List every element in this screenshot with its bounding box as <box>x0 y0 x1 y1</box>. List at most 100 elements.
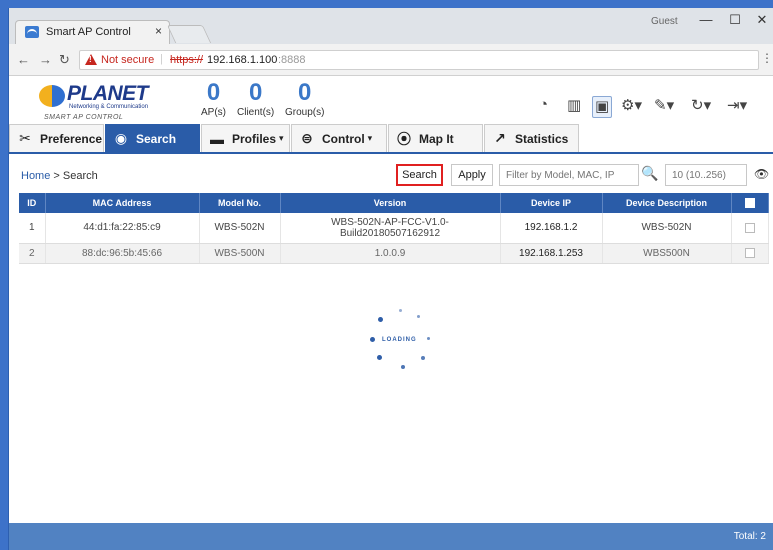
breadcrumb-current: Search <box>62 170 98 182</box>
spinner-dot <box>377 355 382 360</box>
col-select-all[interactable] <box>731 193 769 213</box>
table-row[interactable]: 2 88:dc:96:5b:45:66 WBS-500N 1.0.0.9 192… <box>19 243 769 264</box>
browser-tab[interactable]: Smart AP Control × <box>15 20 170 44</box>
col-description[interactable]: Device Description <box>602 193 732 213</box>
range-input[interactable] <box>665 164 747 186</box>
group-counter[interactable]: 0 Group(s) <box>285 79 325 119</box>
bar-chart-icon[interactable]: ▥ <box>567 96 581 118</box>
spinner-dot <box>401 365 405 369</box>
nav-search[interactable]: ◉ Search <box>105 124 200 152</box>
logo-subtitle: Networking & Communication <box>69 104 149 110</box>
guest-profile[interactable]: Guest <box>651 16 678 27</box>
cell-description: WBS500N <box>602 243 732 264</box>
browser-window: Smart AP Control × Guest — ☐ ✕ ← → ↻ Not… <box>8 8 773 550</box>
url-input[interactable]: Not secure | https:// 192.168.1.100 :888… <box>79 50 759 70</box>
spinner-dot <box>421 356 425 360</box>
cell-model: WBS-500N <box>199 243 281 264</box>
logo-tagline: SMART AP CONTROL <box>44 114 124 121</box>
forward-icon[interactable]: → <box>39 52 52 67</box>
tab-close-icon[interactable]: × <box>155 24 162 38</box>
cell-id: 2 <box>19 243 46 264</box>
maintenance-wrench-icon[interactable]: ✎▾ <box>654 96 674 118</box>
url-port: :8888 <box>278 54 306 66</box>
nav-statistics-label: Statistics <box>515 131 569 146</box>
col-model[interactable]: Model No. <box>199 193 281 213</box>
settings-gear-icon[interactable]: ⚙▾ <box>621 96 642 118</box>
warning-icon <box>85 54 97 65</box>
nav-search-label: Search <box>136 131 177 146</box>
logo-text: PLANET <box>67 82 149 105</box>
new-tab-button[interactable] <box>166 25 212 43</box>
search-icon[interactable]: 🔍 <box>641 165 658 182</box>
eye-icon[interactable]: 👁 <box>754 167 769 181</box>
ap-device-icon[interactable]: ▣ <box>592 96 613 118</box>
address-bar: ← → ↻ Not secure | https:// 192.168.1.10… <box>9 44 773 76</box>
chevron-down-icon: ▾ <box>279 133 284 143</box>
cell-version: 1.0.0.9 <box>280 243 501 264</box>
url-host: 192.168.1.100 <box>207 54 278 66</box>
minimize-icon[interactable]: — <box>696 12 716 27</box>
main-nav: ✂ Preference ◉ Search ▬ Profiles ▾ ⊜ Con… <box>9 124 773 154</box>
cell-ip: 192.168.1.253 <box>500 243 603 264</box>
group-count: 0 <box>298 79 312 106</box>
cell-select[interactable] <box>731 213 769 244</box>
nav-map-it-label: Map It <box>419 131 454 146</box>
steering-icon: ⊜ <box>301 130 313 146</box>
cell-description: WBS-502N <box>602 213 732 244</box>
back-icon[interactable]: ← <box>17 52 30 67</box>
nav-preference-label: Preference <box>40 131 103 146</box>
cell-model: WBS-502N <box>199 213 281 244</box>
nav-map-it[interactable]: ⦿ Map It <box>388 124 483 152</box>
nav-preference[interactable]: ✂ Preference <box>9 124 104 152</box>
col-ip[interactable]: Device IP <box>500 193 603 213</box>
logout-icon[interactable]: ⇥▾ <box>727 96 747 118</box>
close-window-icon[interactable]: ✕ <box>752 12 772 28</box>
nav-control-label: Control <box>322 131 365 146</box>
cell-mac: 88:dc:96:5b:45:66 <box>45 243 200 264</box>
not-secure-label[interactable]: Not secure <box>101 54 154 66</box>
dashboard-gauge-icon[interactable]: ◔ <box>539 96 548 118</box>
status-footer: Total: 2 <box>9 523 773 550</box>
spinner-dot <box>370 337 375 342</box>
client-counter[interactable]: 0 Client(s) <box>237 80 275 119</box>
cell-mac: 44:d1:fa:22:85:c9 <box>45 213 200 244</box>
reload-icon[interactable]: ↻ <box>59 52 70 68</box>
url-scheme: https:// <box>170 54 204 66</box>
col-id[interactable]: ID <box>19 193 46 213</box>
cell-version: WBS-502N-AP-FCC-V1.0-Build20180507162912 <box>280 213 501 244</box>
breadcrumb-home[interactable]: Home <box>21 170 50 182</box>
device-table: ID MAC Address Model No. Version Device … <box>19 193 769 264</box>
cell-select[interactable] <box>731 243 769 264</box>
select-all-checkbox[interactable] <box>744 198 755 209</box>
client-count-label: Client(s) <box>237 107 275 118</box>
row-checkbox[interactable] <box>744 222 755 233</box>
total-count: Total: 2 <box>733 531 766 542</box>
filter-input[interactable] <box>499 164 639 186</box>
url-separator: | <box>160 53 163 65</box>
col-mac[interactable]: MAC Address <box>45 193 200 213</box>
group-count-label: Group(s) <box>285 107 325 118</box>
apply-button[interactable]: Apply <box>451 164 493 186</box>
nav-profiles-label: Profiles <box>232 131 277 146</box>
ap-count: 0 <box>206 79 221 106</box>
table-row[interactable]: 1 44:d1:fa:22:85:c9 WBS-502N WBS-502N-AP… <box>19 213 769 244</box>
refresh-icon[interactable]: ↻▾ <box>691 96 711 118</box>
nav-control[interactable]: ⊜ Control ▾ <box>291 124 387 152</box>
browser-menu-icon[interactable]: ⋮ <box>761 51 773 65</box>
favicon-icon <box>25 26 39 38</box>
search-button[interactable]: Search <box>396 164 443 186</box>
spinner-dot <box>378 317 383 322</box>
col-version[interactable]: Version <box>280 193 501 213</box>
ap-counter[interactable]: 0 AP(s) <box>201 79 226 119</box>
map-pin-icon: ⦿ <box>397 130 411 147</box>
tools-icon: ✂ <box>19 130 31 146</box>
loading-text: LOADING <box>382 337 417 343</box>
breadcrumb-separator: > <box>50 170 63 182</box>
nav-profiles[interactable]: ▬ Profiles ▾ <box>201 124 290 152</box>
cell-id: 1 <box>19 213 46 244</box>
row-checkbox[interactable] <box>744 247 755 258</box>
ap-count-label: AP(s) <box>201 107 226 118</box>
cell-ip: 192.168.1.2 <box>500 213 603 244</box>
nav-statistics[interactable]: ↗ Statistics <box>484 124 579 152</box>
maximize-icon[interactable]: ☐ <box>725 12 745 28</box>
